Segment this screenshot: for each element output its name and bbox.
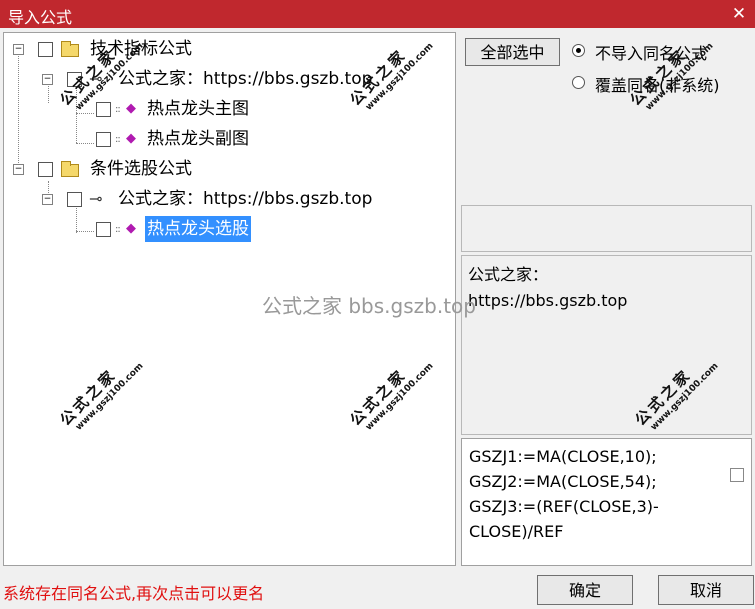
info-line: 公式之家： [468, 265, 549, 284]
formula-gem-icon: ◆ [126, 101, 136, 116]
node-checkbox[interactable] [67, 72, 82, 87]
node-checkbox[interactable] [96, 222, 111, 237]
node-label: 技术指标公式 [90, 39, 192, 59]
collapse-icon[interactable]: − [13, 164, 24, 175]
description-field [461, 205, 752, 252]
formula-marker-icon: :: [115, 224, 121, 235]
tree-node-stock-screening[interactable]: − 条件选股公式 [4, 156, 444, 182]
tree-node-main-chart[interactable]: :: ◆ 热点龙头主图 [4, 96, 444, 122]
node-checkbox[interactable] [96, 132, 111, 147]
node-label: 热点龙头主图 [147, 99, 249, 119]
formula-tree[interactable]: − 技术指标公式 − ⊸ 公式之家：https://bbs.gszb.top :… [3, 32, 456, 566]
formula-marker-icon: :: [115, 104, 121, 115]
cancel-button[interactable]: 取消 [658, 575, 754, 605]
formula-gem-icon: ◆ [126, 221, 136, 236]
node-checkbox[interactable] [67, 192, 82, 207]
status-message: 系统存在同名公式,再次点击可以更名 [3, 584, 265, 603]
radio-overwrite[interactable] [572, 76, 585, 89]
code-checkbox[interactable] [730, 468, 744, 482]
window-title: 导入公式 [8, 8, 73, 27]
formula-marker-icon: :: [115, 134, 121, 145]
tree-node-screener[interactable]: :: ◆ 热点龙头选股 [4, 216, 444, 242]
ok-button[interactable]: 确定 [537, 575, 633, 605]
code-line: CLOSE)/REF [469, 522, 564, 541]
node-label: 公式之家：https://bbs.gszb.top [118, 189, 373, 209]
collapse-icon[interactable]: − [42, 74, 53, 85]
folder-icon [61, 161, 79, 177]
formula-code-box[interactable]: GSZJ1:=MA(CLOSE,10); GSZJ2:=MA(CLOSE,54)… [461, 438, 752, 566]
code-line: GSZJ1:=MA(CLOSE,10); [469, 447, 657, 466]
key-icon: ⊸ [89, 69, 103, 88]
node-checkbox[interactable] [38, 42, 53, 57]
node-checkbox[interactable] [38, 162, 53, 177]
key-icon: ⊸ [89, 189, 103, 208]
formula-gem-icon: ◆ [126, 131, 136, 146]
info-line: https://bbs.gszb.top [468, 291, 628, 310]
info-text: 公式之家： https://bbs.gszb.top [468, 262, 627, 314]
radio-skip-duplicates-label[interactable]: 不导入同名公式 [595, 40, 707, 64]
close-icon[interactable]: ✕ [729, 4, 749, 24]
collapse-icon[interactable]: − [13, 44, 24, 55]
title-bar: 导入公式 ✕ [0, 0, 755, 28]
folder-icon [61, 41, 79, 57]
radio-skip-duplicates[interactable] [572, 44, 585, 57]
collapse-icon[interactable]: − [42, 194, 53, 205]
radio-overwrite-label[interactable]: 覆盖同名(非系统) [595, 72, 720, 96]
select-all-button[interactable]: 全部选中 [465, 38, 560, 66]
node-label: 条件选股公式 [90, 159, 192, 179]
tree-node-source-1[interactable]: − ⊸ 公式之家：https://bbs.gszb.top [4, 66, 444, 92]
node-label-selected: 热点龙头选股 [145, 216, 251, 242]
node-checkbox[interactable] [96, 102, 111, 117]
tree-node-sub-chart[interactable]: :: ◆ 热点龙头副图 [4, 126, 444, 152]
tree-node-source-2[interactable]: − ⊸ 公式之家：https://bbs.gszb.top [4, 186, 444, 212]
tree-node-tech-indicators[interactable]: − 技术指标公式 [4, 36, 444, 62]
code-line: GSZJ3:=(REF(CLOSE,3)- [469, 497, 659, 516]
node-label: 公式之家：https://bbs.gszb.top [118, 69, 373, 89]
code-line: GSZJ2:=MA(CLOSE,54); [469, 472, 657, 491]
node-label: 热点龙头副图 [147, 129, 249, 149]
